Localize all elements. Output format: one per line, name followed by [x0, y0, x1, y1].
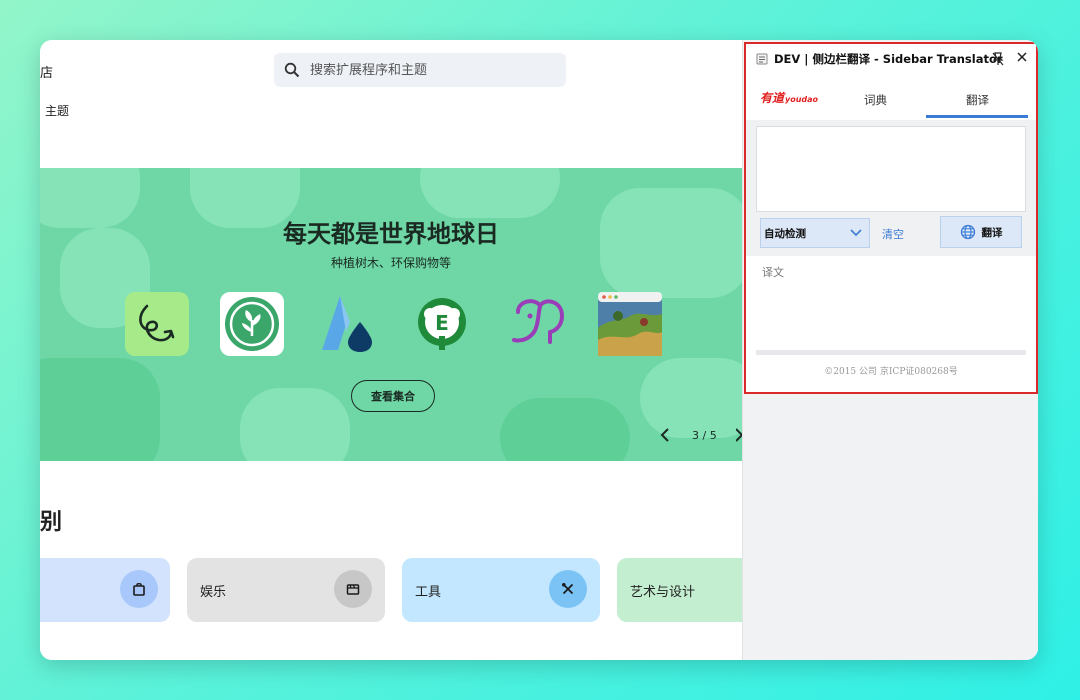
youdao-logo: 有道 youdao	[760, 89, 818, 106]
browser-window: 商店 主题 每天都是世界地球日 种植树木、环保购物等	[40, 40, 1038, 660]
translator-tabs: 有道 youdao 词典 翻译	[746, 84, 1036, 118]
tools-icon	[562, 583, 574, 595]
landscape-app-icon[interactable]	[598, 292, 662, 356]
bg-shape	[420, 168, 560, 218]
translate-input-area: 自动检测 清空 翻译	[746, 120, 1036, 256]
loop-arrow-app-icon[interactable]	[125, 292, 189, 356]
clapperboard-icon	[346, 584, 360, 595]
category-card-entertainment[interactable]: 娱乐	[187, 558, 385, 622]
category-icon-wrap	[334, 570, 372, 608]
logo-en-text: youdao	[785, 95, 819, 104]
categories-heading: 类别	[40, 510, 63, 535]
category-icon-wrap	[120, 570, 158, 608]
category-card-tools[interactable]: 工具	[402, 558, 600, 622]
bg-shape	[40, 358, 160, 461]
globe-icon	[960, 224, 975, 240]
clear-link[interactable]: 清空	[882, 226, 904, 242]
extension-icon	[756, 53, 768, 65]
category-icon-wrap	[549, 570, 587, 608]
category-card-shopping[interactable]	[40, 558, 170, 622]
divider	[756, 350, 1026, 355]
hero-subtitle: 种植树木、环保购物等	[330, 256, 451, 270]
web-store-page: 商店 主题 每天都是世界地球日 种植树木、环保购物等	[40, 40, 757, 660]
sidebar-translator-panel: DEV | 侧边栏翻译 - Sidebar Translator 有道 youd…	[744, 42, 1038, 394]
hero-title: 每天都是世界地球日	[283, 220, 499, 248]
source-language-value: 自动检测	[764, 227, 806, 240]
search-input[interactable]	[310, 62, 540, 78]
bg-shape	[500, 398, 630, 461]
search-box[interactable]	[274, 53, 566, 87]
nav-themes-link[interactable]: 主题	[45, 102, 69, 119]
bg-shape	[240, 388, 350, 461]
tab-translate[interactable]: 翻译	[966, 92, 989, 108]
category-label: 娱乐	[200, 584, 227, 600]
logo-cn-text: 有道	[760, 91, 785, 105]
source-language-select[interactable]: 自动检测	[760, 218, 870, 248]
hero-banner: 每天都是世界地球日 种植树木、环保购物等 E 查看集合 3 / 5	[40, 168, 742, 461]
output-label: 译文	[762, 266, 784, 279]
svg-text:E: E	[435, 311, 449, 335]
shopping-bag-icon	[133, 583, 145, 596]
source-text-input[interactable]	[756, 126, 1026, 212]
footer-copyright: ©2015 公司 京ICP证080268号	[824, 367, 958, 377]
close-icon[interactable]	[1016, 51, 1028, 63]
translate-button-label: 翻译	[981, 226, 1003, 239]
category-label: 艺术与设计	[630, 584, 696, 600]
bg-shape	[640, 358, 742, 438]
active-tab-indicator	[926, 115, 1028, 118]
nav-store-link[interactable]: 商店	[40, 62, 53, 81]
view-collection-button[interactable]: 查看集合	[351, 380, 435, 412]
water-drop-app-icon[interactable]	[316, 292, 380, 356]
elephant-app-icon[interactable]	[504, 292, 568, 356]
search-icon	[284, 62, 300, 78]
category-card-art-design[interactable]: 艺术与设计	[617, 558, 757, 622]
leaf-app-icon[interactable]	[220, 292, 284, 356]
carousel-page-indicator: 3 / 5	[692, 429, 717, 442]
tab-dictionary[interactable]: 词典	[864, 92, 887, 108]
chevron-down-icon	[850, 229, 862, 237]
panel-title: DEV | 侧边栏翻译 - Sidebar Translator	[774, 52, 1003, 66]
translate-button[interactable]: 翻译	[940, 216, 1022, 248]
unpin-icon[interactable]	[992, 52, 1004, 66]
chevron-left-icon[interactable]	[658, 426, 672, 444]
category-label: 工具	[415, 584, 442, 600]
tree-e-app-icon[interactable]: E	[410, 292, 474, 356]
